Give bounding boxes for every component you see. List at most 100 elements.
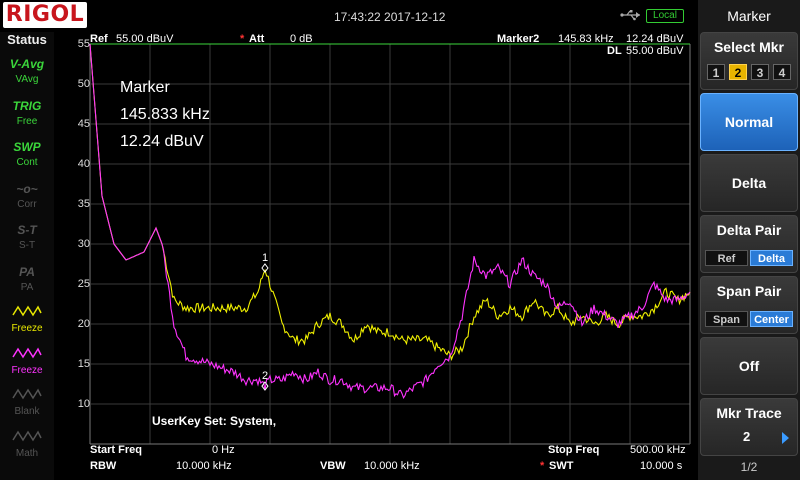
y-tick-label: 45 <box>77 118 90 130</box>
start-freq-value: 0 Hz <box>212 444 235 456</box>
vbw-label: VBW <box>320 460 346 472</box>
y-tick-label: 25 <box>77 278 90 290</box>
marker-level: 12.24 dBuV <box>626 33 684 45</box>
status-corr-icon: ~o~ <box>16 181 38 196</box>
span-pair-option-center[interactable]: Center <box>750 311 793 327</box>
status-item-blank: Blank <box>3 386 51 426</box>
att-label: Att <box>249 33 265 45</box>
rigol-logo: RIGOL <box>3 2 87 28</box>
marker-number-selector: 1234 <box>707 64 791 80</box>
status-item-freeze: Freeze <box>3 345 51 385</box>
normal-label: Normal <box>724 114 774 130</box>
y-tick-label: 35 <box>77 198 90 210</box>
start-freq-label: Start Freq <box>90 444 142 456</box>
select-mkr-label: Select Mkr <box>713 39 785 55</box>
status-pa-icon: PA <box>19 264 35 279</box>
off-label: Off <box>738 358 760 374</box>
y-tick-label: 30 <box>77 238 90 250</box>
status-blank-icon <box>3 386 51 406</box>
page-indicator: 1/2 <box>740 460 758 474</box>
y-tick-label: 20 <box>77 318 90 330</box>
y-tick-label: 40 <box>77 158 90 170</box>
status-item-math: Math <box>3 428 51 468</box>
mkr-trace-key[interactable]: Mkr Trace 2 <box>700 398 798 456</box>
dl-label: DL <box>607 45 622 57</box>
y-tick-label: 15 <box>77 358 90 370</box>
delta-pair-option-delta[interactable]: Delta <box>750 250 793 266</box>
dl-value: 55.00 dBuV <box>626 45 684 57</box>
rbw-value: 10.000 kHz <box>176 460 232 472</box>
userkey-set: UserKey Set: System, <box>152 414 277 428</box>
status-vavg-icon: V-Avg <box>9 57 45 71</box>
att-value: 0 dB <box>290 33 313 45</box>
span-pair-key[interactable]: Span Pair Span Center <box>700 276 798 334</box>
span-pair-label: Span Pair <box>716 283 782 299</box>
status-item-label: VAvg <box>15 74 39 85</box>
status-cont-icon: SWP <box>13 140 41 154</box>
marker-option-2[interactable]: 2 <box>729 64 747 80</box>
y-tick-label: 55 <box>77 38 90 50</box>
status-panel: Status V-Avg VAvg TRIG Free SWP Cont ~o~ Corr S-… <box>0 32 54 480</box>
marker-option-3[interactable]: 3 <box>751 64 769 80</box>
off-key[interactable]: Off <box>700 337 798 395</box>
status-s-t-icon: S-T <box>17 223 37 237</box>
marker-readout-title: Marker <box>120 79 170 96</box>
y-tick-label: 50 <box>77 78 90 90</box>
status-item-free: TRIG Free <box>3 96 51 136</box>
mkr-trace-label: Mkr Trace <box>716 405 782 421</box>
status-item-label: Corr <box>17 198 37 210</box>
select-mkr-key[interactable]: Select Mkr 1234 <box>700 32 798 90</box>
status-item-label: Cont <box>16 157 38 168</box>
status-item-label: Freeze <box>11 323 43 334</box>
swt-label: SWT <box>549 460 574 472</box>
att-star: * <box>240 33 245 45</box>
status-item-label: PA <box>20 281 34 293</box>
marker-readout-freq: 145.833 kHz <box>120 106 210 123</box>
vbw-value: 10.000 kHz <box>364 460 420 472</box>
swt-value: 10.000 s <box>640 460 683 472</box>
delta-key[interactable]: Delta <box>700 154 798 212</box>
marker-option-4[interactable]: 4 <box>773 64 791 80</box>
ref-value: 55.00 dBuV <box>116 33 174 45</box>
menu-title: Marker <box>727 8 771 24</box>
status-item-vavg: V-Avg VAvg <box>3 54 51 94</box>
status-math-icon <box>3 428 51 448</box>
status-item-pa: PA PA <box>3 262 51 302</box>
status-title: Status <box>7 32 47 47</box>
local-badge: Local <box>646 9 684 23</box>
delta-pair-label: Delta Pair <box>716 222 782 238</box>
status-item-label: Freeze <box>11 364 43 376</box>
span-pair-options: Span Center <box>705 311 793 327</box>
status-item-label: Blank <box>14 406 40 417</box>
marker-readout: Marker 145.833 kHz 12.24 dBuV <box>120 74 210 155</box>
marker-label: Marker2 <box>497 33 540 45</box>
span-pair-option-span[interactable]: Span <box>705 311 748 327</box>
status-item-label: S-T <box>18 240 36 251</box>
marker-option-1[interactable]: 1 <box>707 64 725 80</box>
status-free-icon: TRIG <box>12 98 42 113</box>
mkr-trace-value: 2 <box>743 429 751 444</box>
chevron-right-icon <box>782 432 789 444</box>
delta-pair-options: Ref Delta <box>705 250 793 266</box>
status-item-freeze: Freeze <box>3 303 51 343</box>
spectrum-display: 1 2 Ref 55.00 dBuV * Att 0 dB Marker2 145… <box>54 32 698 480</box>
delta-pair-key[interactable]: Delta Pair Ref Delta <box>700 215 798 273</box>
status-item-corr: ~o~ Corr <box>3 179 51 219</box>
rbw-label: RBW <box>90 460 117 472</box>
status-freeze-icon <box>3 345 51 365</box>
softkey-menu: Marker Select Mkr 1234 Normal Delta Delt… <box>698 0 800 480</box>
marker-1-label: 1 <box>262 252 268 264</box>
status-item-cont: SWP Cont <box>3 137 51 177</box>
delta-pair-option-ref[interactable]: Ref <box>705 250 748 266</box>
stop-freq-value: 500.00 kHz <box>630 444 686 456</box>
datetime: 17:43:22 2017-12-12 <box>334 10 446 24</box>
marker-freq: 145.83 kHz <box>558 33 614 45</box>
normal-key[interactable]: Normal <box>700 93 798 151</box>
marker-2-label: 2 <box>262 370 268 382</box>
delta-label: Delta <box>731 175 767 191</box>
status-item-s-t: S-T S-T <box>3 220 51 260</box>
status-item-label: Math <box>15 447 39 459</box>
usb-icon <box>620 10 640 21</box>
status-item-label: Free <box>16 115 38 127</box>
y-tick-label: 10 <box>77 398 90 410</box>
